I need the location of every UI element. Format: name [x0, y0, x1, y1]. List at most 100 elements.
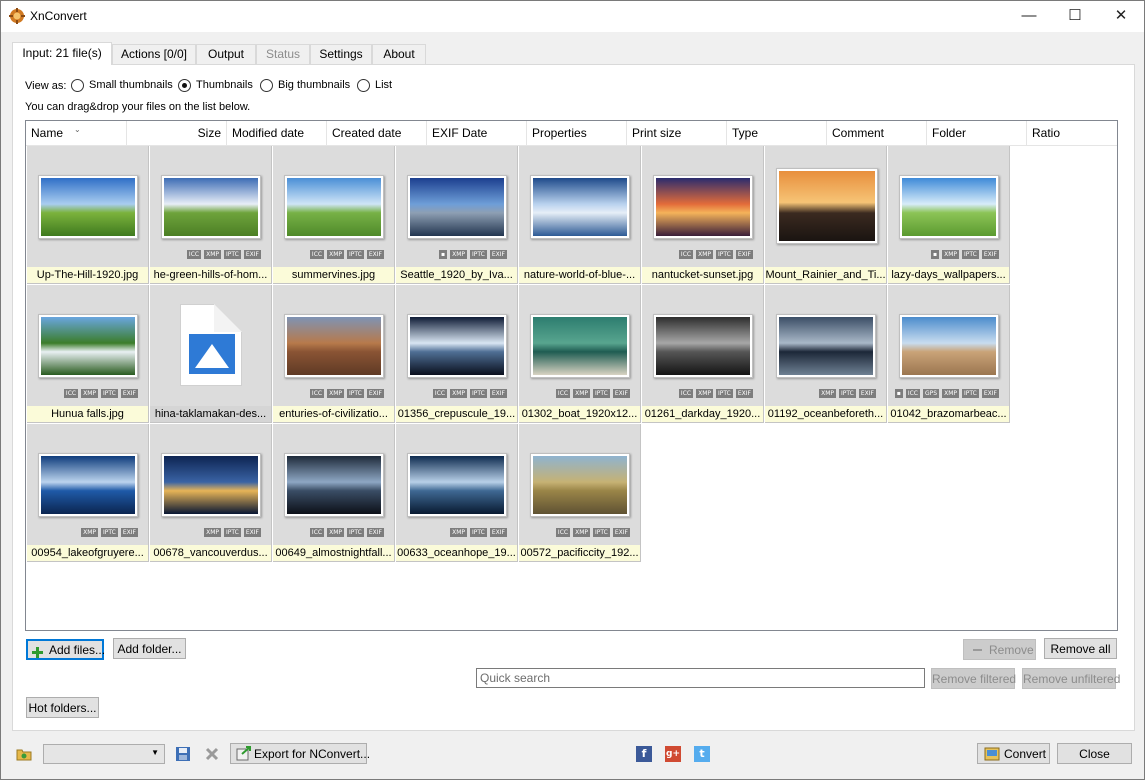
file-name-label: 01356_crepuscule_19...: [396, 406, 517, 422]
twitter-icon[interactable]: t: [694, 746, 710, 762]
radio-dot[interactable]: [357, 79, 370, 92]
column-modified-date[interactable]: Modified date: [227, 121, 327, 145]
column-properties[interactable]: Properties: [527, 121, 627, 145]
column-comment[interactable]: Comment: [827, 121, 927, 145]
file-thumbnail-cell[interactable]: ICC XMP IPTC EXIF 01356_crepuscule_19...: [396, 285, 518, 423]
file-name-label: Hunua falls.jpg: [27, 406, 148, 422]
column-print-size[interactable]: Print size: [627, 121, 727, 145]
minus-icon: [973, 649, 982, 651]
metadata-badge: IPTC: [346, 528, 364, 537]
metadata-badge: IPTC: [346, 250, 364, 259]
metadata-badge: IPTC: [469, 528, 487, 537]
delete-x-icon[interactable]: [204, 746, 220, 762]
metadata-badges: ICC XMP IPTC EXIF: [309, 250, 384, 259]
file-thumbnail-cell[interactable]: hina-taklamakan-des...: [150, 285, 272, 423]
tab-settings[interactable]: Settings: [310, 44, 372, 64]
metadata-badge: XMP: [81, 528, 98, 537]
remove-unfiltered-button[interactable]: Remove unfiltered: [1022, 668, 1120, 689]
radio-dot[interactable]: [260, 79, 273, 92]
file-thumbnail-cell[interactable]: nature-world-of-blue-...: [519, 146, 641, 284]
tab-actions[interactable]: Actions [0/0]: [112, 44, 196, 64]
sort-caret-icon: ⌄: [74, 125, 81, 134]
file-thumbnail-cell[interactable]: Mount_Rainier_and_Ti...: [765, 146, 887, 284]
metadata-badge: XMP: [204, 250, 221, 259]
metadata-badges: ICC XMP IPTC EXIF: [309, 528, 384, 537]
file-name-label: summervines.jpg: [273, 267, 394, 283]
add-folder-button[interactable]: Add folder...: [113, 638, 186, 659]
file-thumbnail-cell[interactable]: XMP IPTC EXIF 00954_lakeofgruyere...: [27, 424, 149, 562]
column-type[interactable]: Type: [727, 121, 827, 145]
metadata-badges: ICC XMP IPTC EXIF: [63, 389, 138, 398]
file-thumbnail-cell[interactable]: ICC XMP IPTC EXIF nantucket-sunset.jpg: [642, 146, 764, 284]
column-ratio[interactable]: Ratio: [1027, 121, 1117, 145]
convert-button[interactable]: Convert: [977, 743, 1050, 764]
column-exif-date[interactable]: EXIF Date: [427, 121, 527, 145]
metadata-badge: EXIF: [489, 389, 507, 398]
thumbnail-image: [38, 314, 138, 378]
metadata-badge: ICC: [309, 389, 325, 398]
file-thumbnail-cell[interactable]: ▪ XMP IPTC EXIF lazy-days_wallpapers...: [888, 146, 1010, 284]
minimize-button[interactable]: —: [1006, 0, 1052, 32]
metadata-badges: ICC XMP IPTC EXIF: [309, 389, 384, 398]
metadata-badge: ICC: [63, 389, 79, 398]
file-thumbnail-cell[interactable]: ICC XMP IPTC EXIF summervines.jpg: [273, 146, 395, 284]
radio-dot-selected[interactable]: [178, 79, 191, 92]
remove-all-button[interactable]: Remove all: [1044, 638, 1117, 659]
metadata-badge: XMP: [327, 250, 344, 259]
file-thumbnail-cell[interactable]: ICC XMP IPTC EXIF Hunua falls.jpg: [27, 285, 149, 423]
close-window-button[interactable]: ✕: [1098, 0, 1144, 32]
metadata-badge: IPTC: [100, 528, 118, 537]
file-name-label: Mount_Rainier_and_Ti...: [765, 267, 886, 283]
file-thumbnail-cell[interactable]: Up-The-Hill-1920.jpg: [27, 146, 149, 284]
file-thumbnail-cell[interactable]: XMP IPTC EXIF 00633_oceanhope_19...: [396, 424, 518, 562]
file-thumbnail-cell[interactable]: ICC XMP IPTC EXIF he-green-hills-of-hom...: [150, 146, 272, 284]
metadata-badges: ▪ XMP IPTC EXIF: [439, 250, 507, 259]
metadata-badge: XMP: [696, 389, 713, 398]
hot-folders-button[interactable]: Hot folders...: [26, 697, 99, 718]
column-header: ⌄ Name Size Modified date Created date EX…: [26, 121, 1117, 146]
metadata-badge: IPTC: [469, 389, 487, 398]
preset-combobox[interactable]: ▼: [43, 744, 165, 764]
add-files-button[interactable]: Add files...: [26, 639, 105, 660]
tab-about[interactable]: About: [372, 44, 426, 64]
file-list[interactable]: ⌄ Name Size Modified date Created date EX…: [25, 120, 1118, 631]
close-button[interactable]: Close: [1057, 743, 1132, 764]
quick-search-input[interactable]: Quick search: [476, 668, 925, 688]
file-thumbnail-cell[interactable]: ICC XMP IPTC EXIF 01261_darkday_1920...: [642, 285, 764, 423]
remove-filtered-button[interactable]: Remove filtered: [931, 668, 1016, 689]
radio-dot[interactable]: [71, 79, 84, 92]
metadata-badge: IPTC: [223, 528, 241, 537]
column-created-date[interactable]: Created date: [327, 121, 427, 145]
tab-status[interactable]: Status: [256, 44, 310, 64]
metadata-badge: XMP: [204, 528, 221, 537]
open-folder-icon[interactable]: [16, 746, 32, 762]
save-disk-icon[interactable]: [175, 746, 191, 762]
remove-button[interactable]: Remove: [963, 639, 1036, 660]
thumbnail-image: [407, 314, 507, 378]
export-label: Export for NConvert...: [254, 747, 371, 761]
metadata-badge: GPS: [923, 389, 940, 398]
file-thumbnail-cell[interactable]: ICC XMP IPTC EXIF 01302_boat_1920x12...: [519, 285, 641, 423]
file-thumbnail-cell[interactable]: ▪ ICC GPS XMP IPTC EXIF 01042_brazomarbeac...: [888, 285, 1010, 423]
tab-input[interactable]: Input: 21 file(s): [12, 42, 112, 65]
file-thumbnail-cell[interactable]: ICC XMP IPTC EXIF 00649_almostnightfall...: [273, 424, 395, 562]
metadata-badge: EXIF: [735, 250, 753, 259]
metadata-badge: IPTC: [469, 250, 487, 259]
column-folder[interactable]: Folder: [927, 121, 1027, 145]
column-size[interactable]: Size: [127, 121, 227, 145]
thumbnail-image: [38, 175, 138, 239]
google-plus-icon[interactable]: g+: [665, 746, 681, 762]
metadata-badge: EXIF: [366, 528, 384, 537]
file-thumbnail-cell[interactable]: XMP IPTC EXIF 01192_oceanbeforeth...: [765, 285, 887, 423]
file-thumbnail-cell[interactable]: XMP IPTC EXIF 00678_vancouverdus...: [150, 424, 272, 562]
file-thumbnail-cell[interactable]: ICC XMP IPTC EXIF 00572_pacificcity_192...: [519, 424, 641, 562]
file-thumbnail-cell[interactable]: ICC XMP IPTC EXIF enturies-of-civilizatio...: [273, 285, 395, 423]
column-name[interactable]: ⌄ Name: [26, 121, 127, 145]
export-nconvert-button[interactable]: Export for NConvert...: [230, 743, 371, 764]
facebook-icon[interactable]: f: [636, 746, 652, 762]
thumbnail-image: [653, 175, 753, 239]
plus-icon: [32, 644, 43, 658]
maximize-button[interactable]: ☐: [1052, 0, 1098, 32]
file-thumbnail-cell[interactable]: ▪ XMP IPTC EXIF Seattle_1920_by_Iva...: [396, 146, 518, 284]
tab-output[interactable]: Output: [196, 44, 256, 64]
